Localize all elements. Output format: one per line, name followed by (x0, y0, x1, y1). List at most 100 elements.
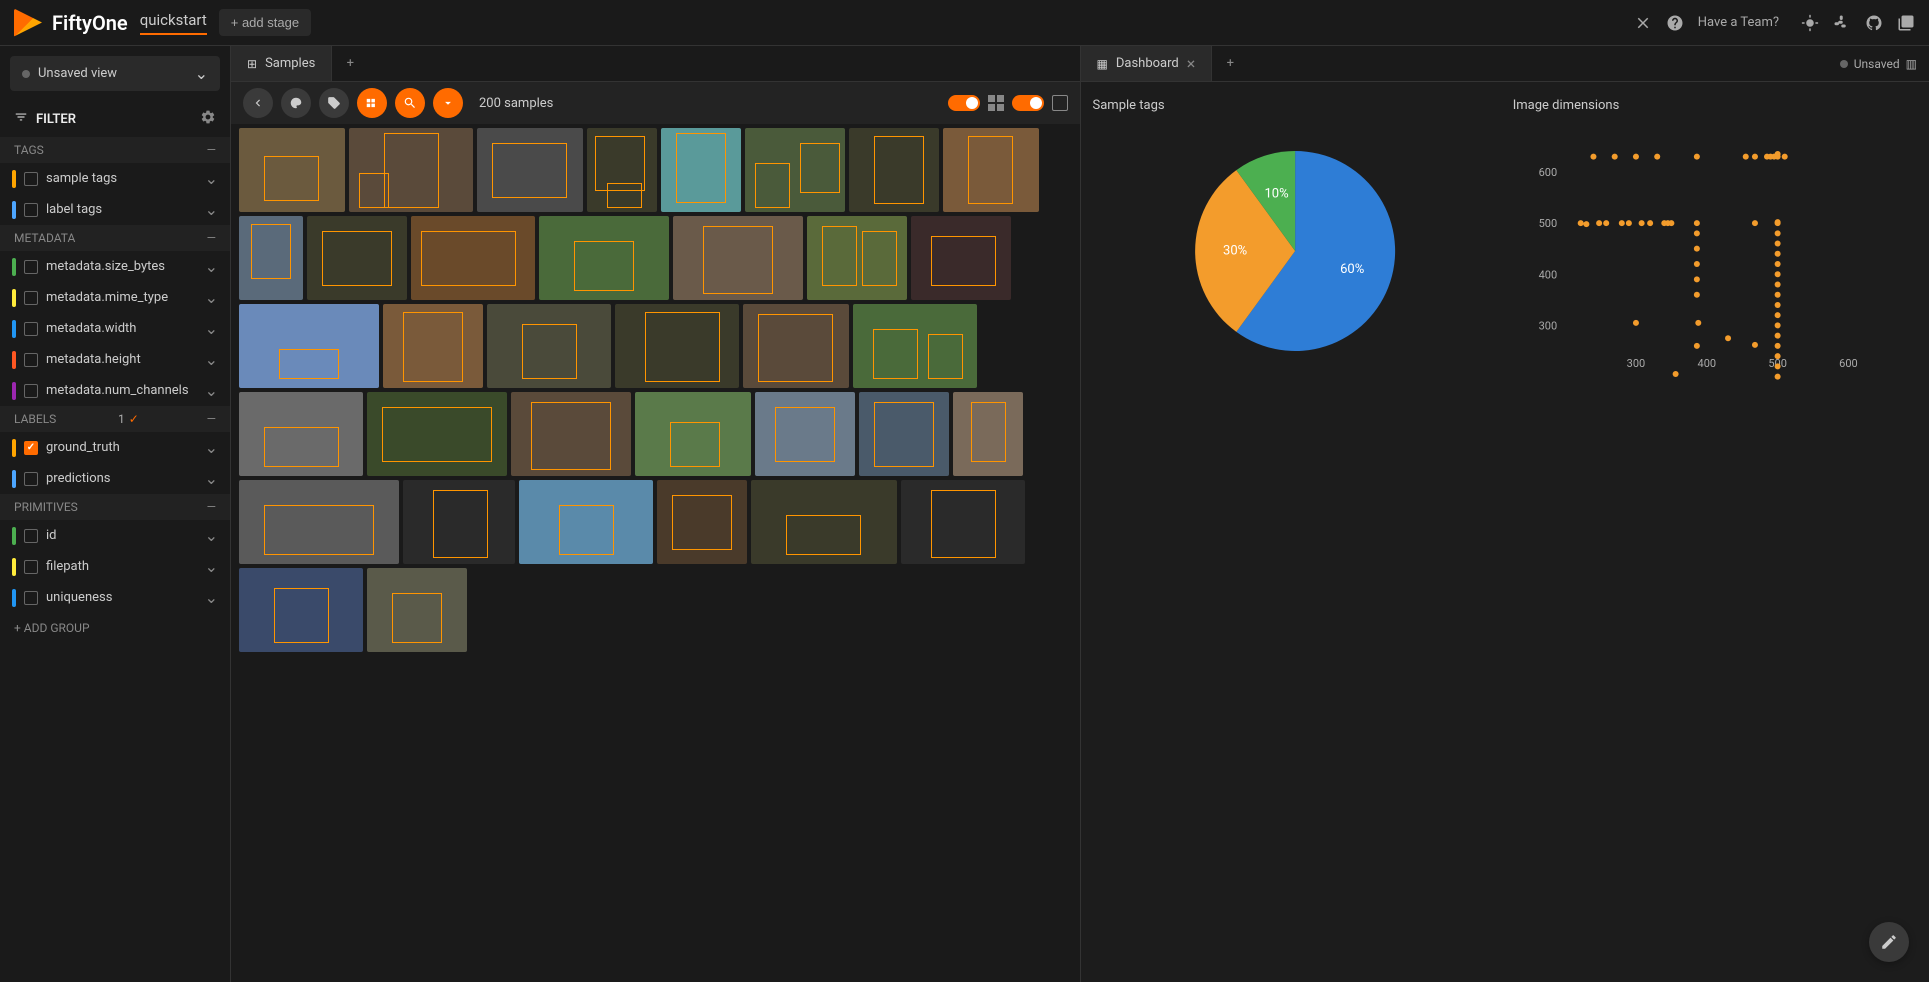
thumbnail[interactable] (239, 304, 379, 388)
gear-icon[interactable] (200, 109, 216, 129)
thumbnail[interactable] (539, 216, 669, 300)
add-stage-button[interactable]: + add stage (219, 9, 311, 36)
view-selector[interactable]: Unsaved view (10, 56, 220, 91)
thumbnail[interactable] (519, 480, 653, 564)
thumbnail[interactable] (859, 392, 949, 476)
thumbnail[interactable] (383, 304, 483, 388)
collapse-icon[interactable]: — (207, 500, 216, 514)
checkbox[interactable] (24, 560, 38, 574)
patches-button[interactable] (357, 88, 387, 118)
collapse-icon[interactable]: — (207, 412, 216, 426)
checkbox[interactable] (24, 353, 38, 367)
thumbnail[interactable] (953, 392, 1023, 476)
thumbnail[interactable] (807, 216, 907, 300)
thumbnail[interactable] (661, 128, 741, 212)
thumbnail[interactable] (349, 128, 473, 212)
thumbnail[interactable] (849, 128, 939, 212)
help-icon[interactable] (1666, 14, 1684, 32)
filter-item-metadata-size-bytes[interactable]: metadata.size_bytes (0, 251, 230, 282)
filter-item-metadata-mime-type[interactable]: metadata.mime_type (0, 282, 230, 313)
thumbnail[interactable] (239, 216, 303, 300)
filter-item-predictions[interactable]: predictions (0, 463, 230, 494)
slack-icon[interactable] (1833, 14, 1851, 32)
sidebar-toggle[interactable] (1012, 95, 1044, 111)
filter-section-metadata[interactable]: METADATA— (0, 225, 230, 251)
add-group-button[interactable]: + ADD GROUP (0, 613, 230, 643)
filter-section-labels[interactable]: LABELS1 ✓— (0, 406, 230, 432)
app-logo[interactable]: FiftyOne (14, 9, 128, 37)
thumbnail[interactable] (367, 392, 507, 476)
checkbox[interactable] (24, 591, 38, 605)
grid-layout-icon[interactable] (988, 95, 1004, 111)
filter-item-uniqueness[interactable]: uniqueness (0, 582, 230, 613)
checkbox[interactable] (24, 384, 38, 398)
filter-item-sample tags[interactable]: sample tags (0, 163, 230, 194)
labels-toggle[interactable] (948, 95, 980, 111)
filter-item-id[interactable]: id (0, 520, 230, 551)
filter-section-tags[interactable]: TAGS— (0, 137, 230, 163)
checkbox[interactable] (24, 260, 38, 274)
checkbox[interactable] (24, 529, 38, 543)
thumbnail[interactable] (853, 304, 977, 388)
thumbnail[interactable] (755, 392, 855, 476)
thumbnail[interactable] (901, 480, 1025, 564)
thumbnail[interactable] (307, 216, 407, 300)
scatter-chart[interactable]: 300400500600300400500600 (1509, 121, 1921, 974)
filter-item-filepath[interactable]: filepath (0, 551, 230, 582)
fullscreen-icon[interactable] (1052, 95, 1068, 111)
thumbnail[interactable] (239, 568, 363, 652)
docs-icon[interactable] (1897, 14, 1915, 32)
thumbnail[interactable] (587, 128, 657, 212)
dataset-name[interactable]: quickstart (140, 11, 207, 35)
tab-samples[interactable]: ⊞ Samples (231, 46, 332, 81)
close-tab-icon[interactable]: × (1187, 54, 1196, 73)
sort-button[interactable] (433, 88, 463, 118)
thumbnail[interactable] (239, 392, 363, 476)
have-team-link[interactable]: Have a Team? (1698, 15, 1779, 30)
checkbox[interactable] (24, 203, 38, 217)
search-button[interactable] (395, 88, 425, 118)
add-tab-button[interactable]: + (332, 46, 368, 81)
thumbnail[interactable] (657, 480, 747, 564)
unsaved-indicator[interactable]: Unsaved ▥ (1828, 46, 1929, 81)
checkbox[interactable] (24, 441, 38, 455)
thumbnail[interactable] (943, 128, 1039, 212)
layout-icon[interactable]: ▥ (1906, 57, 1917, 71)
thumbnail[interactable] (511, 392, 631, 476)
thumbnail[interactable] (239, 128, 345, 212)
filter-item-ground-truth[interactable]: ground_truth (0, 432, 230, 463)
filter-item-metadata-num-channels[interactable]: metadata.num_channels (0, 375, 230, 406)
tab-dashboard[interactable]: ▦ Dashboard × (1081, 46, 1213, 81)
tag-button[interactable] (319, 88, 349, 118)
collapse-icon[interactable]: — (207, 231, 216, 245)
thumbnail[interactable] (673, 216, 803, 300)
image-grid[interactable] (231, 124, 1080, 982)
thumbnail[interactable] (239, 480, 399, 564)
thumbnail[interactable] (411, 216, 535, 300)
thumbnail[interactable] (367, 568, 467, 652)
thumbnail[interactable] (751, 480, 897, 564)
add-dashboard-tab-button[interactable]: + (1212, 46, 1248, 81)
filter-item-metadata-width[interactable]: metadata.width (0, 313, 230, 344)
thumbnail[interactable] (403, 480, 515, 564)
thumbnail[interactable] (911, 216, 1011, 300)
collapse-icon[interactable]: — (207, 143, 216, 157)
filter-item-metadata-height[interactable]: metadata.height (0, 344, 230, 375)
thumbnail[interactable] (487, 304, 611, 388)
thumbnail[interactable] (477, 128, 583, 212)
color-button[interactable] (281, 88, 311, 118)
checkbox[interactable] (24, 472, 38, 486)
checkbox[interactable] (24, 291, 38, 305)
back-button[interactable] (243, 88, 273, 118)
filter-item-label tags[interactable]: label tags (0, 194, 230, 225)
thumbnail[interactable] (615, 304, 739, 388)
checkbox[interactable] (24, 322, 38, 336)
pie-chart[interactable]: 60%30%10% (1089, 121, 1501, 974)
filter-section-primitives[interactable]: PRIMITIVES— (0, 494, 230, 520)
theme-icon[interactable] (1801, 14, 1819, 32)
thumbnail[interactable] (743, 304, 849, 388)
close-icon[interactable] (1634, 14, 1652, 32)
checkbox[interactable] (24, 172, 38, 186)
thumbnail[interactable] (635, 392, 751, 476)
edit-fab-button[interactable] (1869, 922, 1909, 962)
